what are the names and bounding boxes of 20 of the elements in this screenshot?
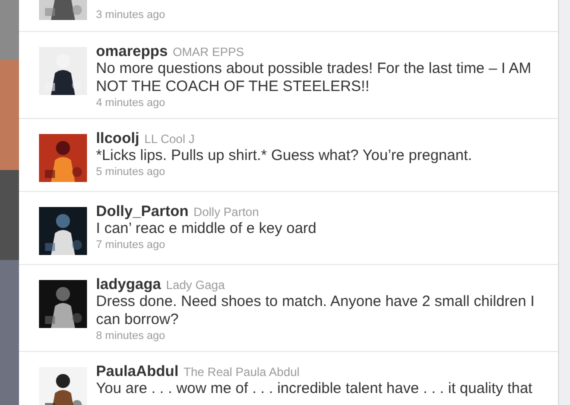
display-name: LL Cool J xyxy=(144,132,195,146)
tweet-text: No more questions about possible trades! For the last time – I AM NOT THE COACH OF THE STEELERS!! xyxy=(96,60,532,96)
tweet-text: You are . . . wow me of . . . incredible talent have . . . it quality that xyxy=(96,380,532,398)
username[interactable]: omarepps xyxy=(96,43,168,60)
timestamp: 3 minutes ago xyxy=(96,9,166,21)
display-name: The Real Paula Abdul xyxy=(184,365,300,379)
timestamp: 8 minutes ago xyxy=(96,330,166,342)
timestamp: 4 minutes ago xyxy=(96,97,166,109)
username[interactable]: PaulaAbdul xyxy=(96,363,179,380)
tweet-text: Dress done. Need shoes to match. Anyone have 2 small children I can borrow? xyxy=(96,293,536,329)
username[interactable]: Dolly_Parton xyxy=(96,203,189,220)
timestamp: 7 minutes ago xyxy=(96,239,166,251)
timestamp: 5 minutes ago xyxy=(96,166,166,178)
display-name: Lady Gaga xyxy=(166,278,225,292)
username[interactable]: llcoolj xyxy=(96,130,140,147)
display-name: Dolly Parton xyxy=(194,205,259,219)
tweet-text: I can’ reac e middle of e key oard xyxy=(96,220,316,238)
tweet-text: *Licks lips. Pulls up shirt.* Guess what? You’re pregnant. xyxy=(96,147,472,165)
display-name: OMAR EPPS xyxy=(172,45,244,59)
username[interactable]: ladygaga xyxy=(96,276,162,293)
